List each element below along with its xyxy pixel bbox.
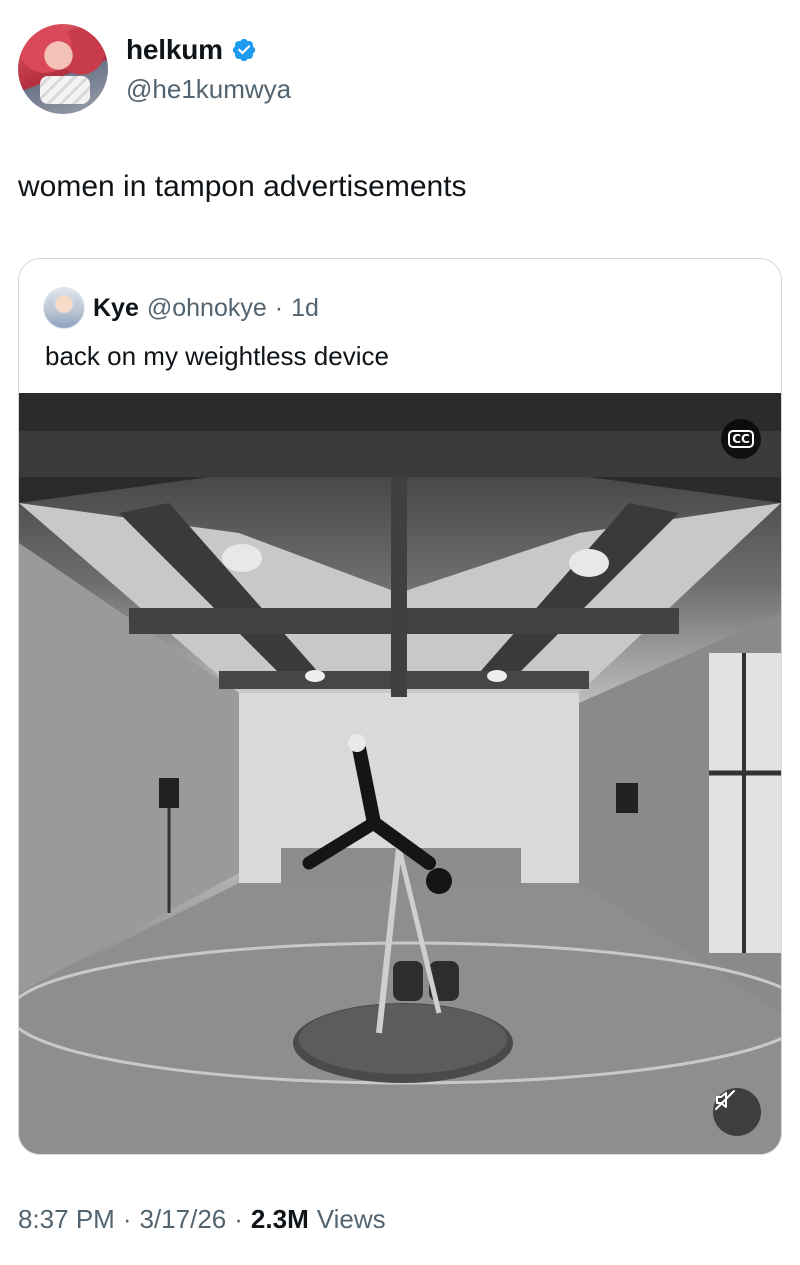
speaker-muted-icon (715, 1090, 735, 1110)
tweet-time[interactable]: 8:37 PM (18, 1204, 115, 1235)
views-label: Views (316, 1204, 386, 1234)
quoted-handle[interactable]: @ohnokye (147, 294, 267, 323)
author-name-row: helkum (126, 34, 257, 66)
mute-button[interactable] (713, 1088, 761, 1136)
quoted-timestamp[interactable]: 1d (291, 294, 319, 323)
quoted-avatar[interactable] (43, 287, 85, 329)
captions-button[interactable]: CC (721, 419, 761, 459)
author-display-name[interactable]: helkum (126, 34, 223, 66)
verified-badge-icon (232, 38, 255, 62)
meta-separator: · (122, 1204, 132, 1234)
quoted-tweet-header: Kye @ohnokye · 1d (43, 287, 319, 329)
tweet-header: helkum @he1kumwya (18, 22, 778, 118)
quoted-tweet-text: back on my weightless device (45, 341, 389, 371)
quoted-tweet-card[interactable]: Kye @ohnokye · 1d back on my weightless … (18, 258, 782, 1155)
avatar[interactable] (18, 24, 108, 114)
tweet-meta: 8:37 PM · 3/17/26 · 2.3M Views (18, 1204, 386, 1235)
quoted-separator: · (274, 293, 284, 322)
views-count[interactable]: 2.3M (251, 1204, 309, 1235)
meta-separator: · (234, 1204, 243, 1234)
video-player[interactable]: CC (19, 393, 781, 1154)
avatar-scarf (40, 76, 90, 104)
video-frame-illustration (19, 393, 781, 1154)
quoted-display-name[interactable]: Kye (93, 294, 139, 323)
tweet-text: women in tampon advertisements (18, 170, 467, 203)
captions-label: CC (728, 430, 754, 448)
tweet-date[interactable]: 3/17/26 (140, 1204, 227, 1235)
author-handle[interactable]: @he1kumwya (126, 74, 291, 105)
